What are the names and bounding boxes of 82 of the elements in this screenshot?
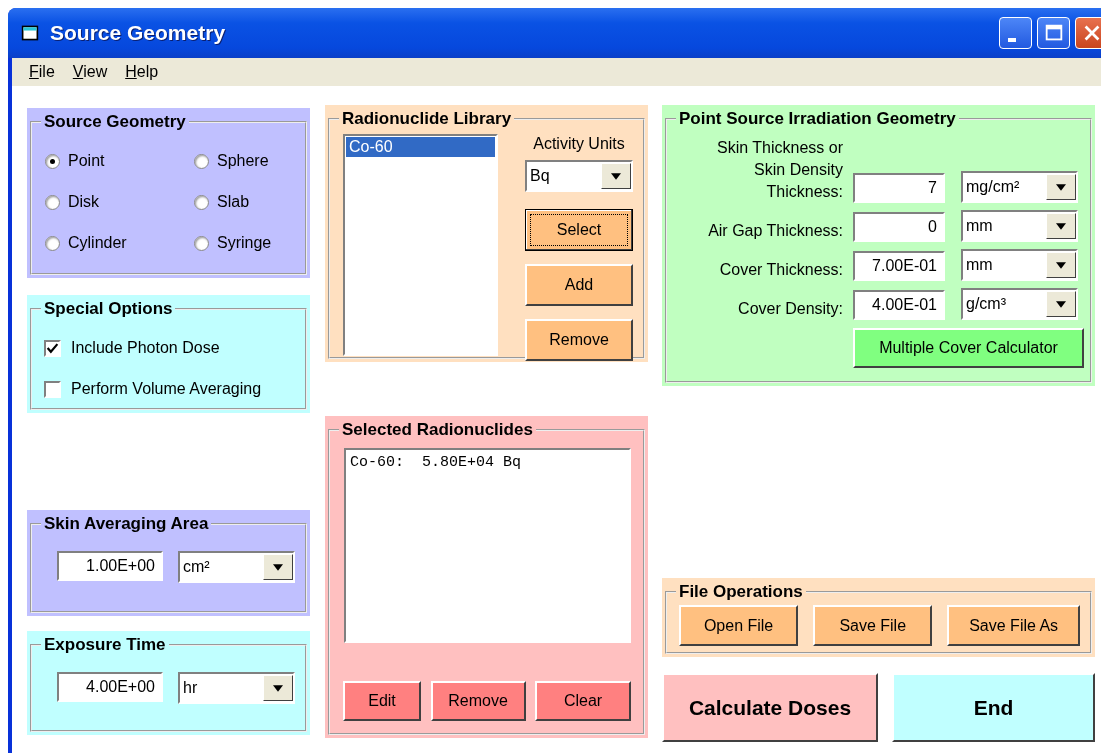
unit-dropdown[interactable]: mg/cm²: [961, 171, 1078, 203]
number-field[interactable]: 7: [853, 173, 945, 203]
window-title: Source Geometry: [50, 21, 227, 45]
group-title: File Operations: [678, 585, 804, 599]
library-button[interactable]: Remove: [525, 319, 633, 361]
unit-dropdown[interactable]: mm: [961, 249, 1078, 281]
group-title: Source Geometry: [43, 115, 187, 129]
library-button[interactable]: Select: [525, 209, 633, 251]
dropdown-button[interactable]: [1046, 174, 1076, 200]
caret-icon: [1055, 300, 1067, 308]
dropdown-button[interactable]: [1046, 291, 1076, 317]
window-icon: [20, 24, 40, 42]
group-title: Radionuclide Library: [341, 112, 513, 126]
radio-button[interactable]: [194, 153, 209, 169]
calculator-button[interactable]: Multiple Cover Calculator: [853, 328, 1084, 368]
radio-button[interactable]: [45, 153, 60, 169]
field-label: Activity Units: [532, 135, 626, 154]
number-field[interactable]: 4.00E-01: [853, 290, 945, 320]
option-label: Slab: [217, 193, 250, 211]
radio-button[interactable]: [194, 235, 209, 251]
maximize-button[interactable]: [1037, 17, 1070, 49]
unit-dropdown[interactable]: mm: [961, 210, 1078, 242]
unit-dropdown[interactable]: g/cm³: [961, 288, 1078, 320]
list-item[interactable]: Co-60: 5.80E+04 Bq: [347, 451, 628, 474]
number-field[interactable]: 7.00E-01: [853, 251, 945, 281]
dropdown-button[interactable]: [263, 675, 293, 701]
checkbox[interactable]: [44, 339, 61, 357]
dropdown-button[interactable]: [263, 554, 293, 580]
option-label: Sphere: [217, 152, 269, 170]
checkbox[interactable]: [44, 380, 61, 398]
option-label: Disk: [68, 193, 100, 211]
radio-button[interactable]: [45, 235, 60, 251]
dropdown-button[interactable]: [601, 163, 631, 189]
minimize-button[interactable]: [999, 17, 1032, 49]
caret-icon: [1055, 222, 1067, 230]
dropdown-button[interactable]: [1046, 213, 1076, 239]
caret-icon: [1055, 261, 1067, 269]
group-title: Selected Radionuclides: [341, 423, 534, 437]
group-title: Skin Averaging Area: [43, 517, 210, 531]
option-label: Perform Volume Averaging: [71, 380, 262, 398]
minimize-icon: [1007, 38, 1016, 42]
number-field[interactable]: 4.00E+00: [57, 672, 163, 702]
unit-dropdown[interactable]: hr: [178, 672, 295, 704]
list-item[interactable]: Co-60: [346, 137, 495, 157]
radio-button[interactable]: [45, 194, 60, 210]
library-button[interactable]: Add: [525, 264, 633, 306]
field-label: Cover Density:: [737, 299, 843, 319]
nuclide-list[interactable]: Co-60: [343, 134, 498, 356]
end-button[interactable]: End: [892, 673, 1095, 742]
units-dropdown[interactable]: Bq: [525, 160, 633, 192]
list-button[interactable]: Clear: [535, 681, 631, 721]
radio-button[interactable]: [194, 194, 209, 210]
option-label: Include Photon Dose: [71, 339, 220, 357]
caret-icon: [610, 172, 622, 180]
group-title: Point Source Irradiation Geometry: [678, 112, 957, 126]
caret-icon: [1055, 183, 1067, 191]
dropdown-button[interactable]: [1046, 252, 1076, 278]
group-title: Exposure Time: [43, 638, 167, 652]
check-icon: [46, 341, 59, 355]
list-button[interactable]: Edit: [343, 681, 421, 721]
file-button[interactable]: Open File: [679, 605, 799, 646]
number-field[interactable]: 0: [853, 212, 945, 242]
file-button[interactable]: Save File: [813, 605, 933, 646]
option-label: Syringe: [217, 234, 272, 252]
field-label: Air Gap Thickness:: [707, 221, 843, 241]
group-title: Special Options: [43, 302, 174, 316]
number-field[interactable]: 1.00E+00: [57, 551, 163, 581]
caret-icon: [272, 563, 284, 571]
list-button[interactable]: Remove: [430, 681, 526, 721]
option-label: Point: [68, 152, 105, 170]
caret-icon: [272, 684, 284, 692]
file-button[interactable]: Save File As: [947, 605, 1080, 646]
menu-item[interactable]: Help: [118, 61, 166, 83]
menu-item[interactable]: View: [65, 61, 115, 83]
menu-item[interactable]: File: [22, 61, 62, 83]
field-label: Cover Thickness:: [718, 260, 843, 280]
close-button[interactable]: [1075, 17, 1101, 49]
unit-dropdown[interactable]: cm²: [178, 551, 295, 583]
option-label: Cylinder: [68, 234, 127, 252]
selected-list[interactable]: Co-60: 5.80E+04 Bq: [344, 448, 631, 643]
calculate-button[interactable]: Calculate Doses: [662, 673, 878, 742]
field-label: Skin Thickness or Skin Density Thickness:: [716, 138, 843, 202]
